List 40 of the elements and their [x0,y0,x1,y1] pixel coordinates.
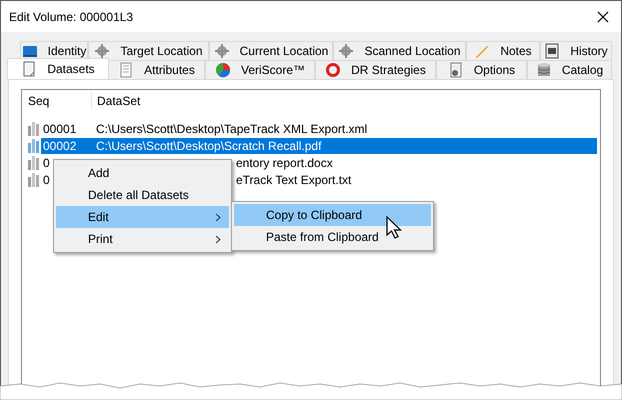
volume-icon [27,154,41,170]
document-icon [21,61,38,77]
tab[interactable]: History [540,41,612,60]
tab[interactable]: Attributes [108,60,205,79]
table-cell-text: 0 [42,154,51,172]
window-title: Edit Volume: 000001L3 [9,8,134,26]
menu-item[interactable]: Delete all Datasets [56,184,229,206]
menu-item[interactable]: Edit [56,206,229,228]
menu-item[interactable]: Print [56,228,229,250]
menu-item[interactable]: Paste from Clipboard [234,226,431,248]
table-cell-text: 00002 [42,138,78,154]
column-header[interactable]: Seq [22,92,92,110]
tab[interactable]: Target Location [88,41,209,60]
close-icon[interactable] [597,10,609,22]
card-icon [22,43,38,59]
lifebuoy-icon [325,62,342,78]
table-cell-text: C:\Users\Scott\Desktop\TapeTrack XML Export.xml [96,120,368,138]
cursor-icon [386,216,404,240]
tab[interactable]: Datasets [7,58,109,79]
chevron-right-icon [215,212,221,222]
table-cell-text: C:\Users\Scott\Desktop\Scratch Recall.pdf [96,138,322,154]
table-cell-text: entory report.docx [236,154,333,172]
table-cell-text: eTrack Text Export.txt [236,172,352,188]
tab[interactable]: Current Location [209,41,333,60]
tab[interactable]: Notes [466,41,540,60]
menu-item[interactable]: Add [56,162,229,184]
volume-icon [27,120,41,136]
column-header[interactable]: DataSet [92,92,140,110]
pie-chart-icon [214,62,231,78]
tab[interactable]: VeriScore™ [205,60,315,79]
tab[interactable]: Scanned Location [333,41,466,60]
database-icon [536,62,552,78]
tab[interactable]: DR Strategies [315,60,436,79]
tab[interactable]: Catalog [527,60,612,79]
menu-item[interactable]: Copy to Clipboard [234,204,431,226]
chevron-right-icon [215,234,221,244]
volume-icon [27,172,41,188]
volume-icon [27,138,41,154]
tab[interactable]: Options [436,60,527,79]
table-cell-text: 00001 [42,120,78,138]
